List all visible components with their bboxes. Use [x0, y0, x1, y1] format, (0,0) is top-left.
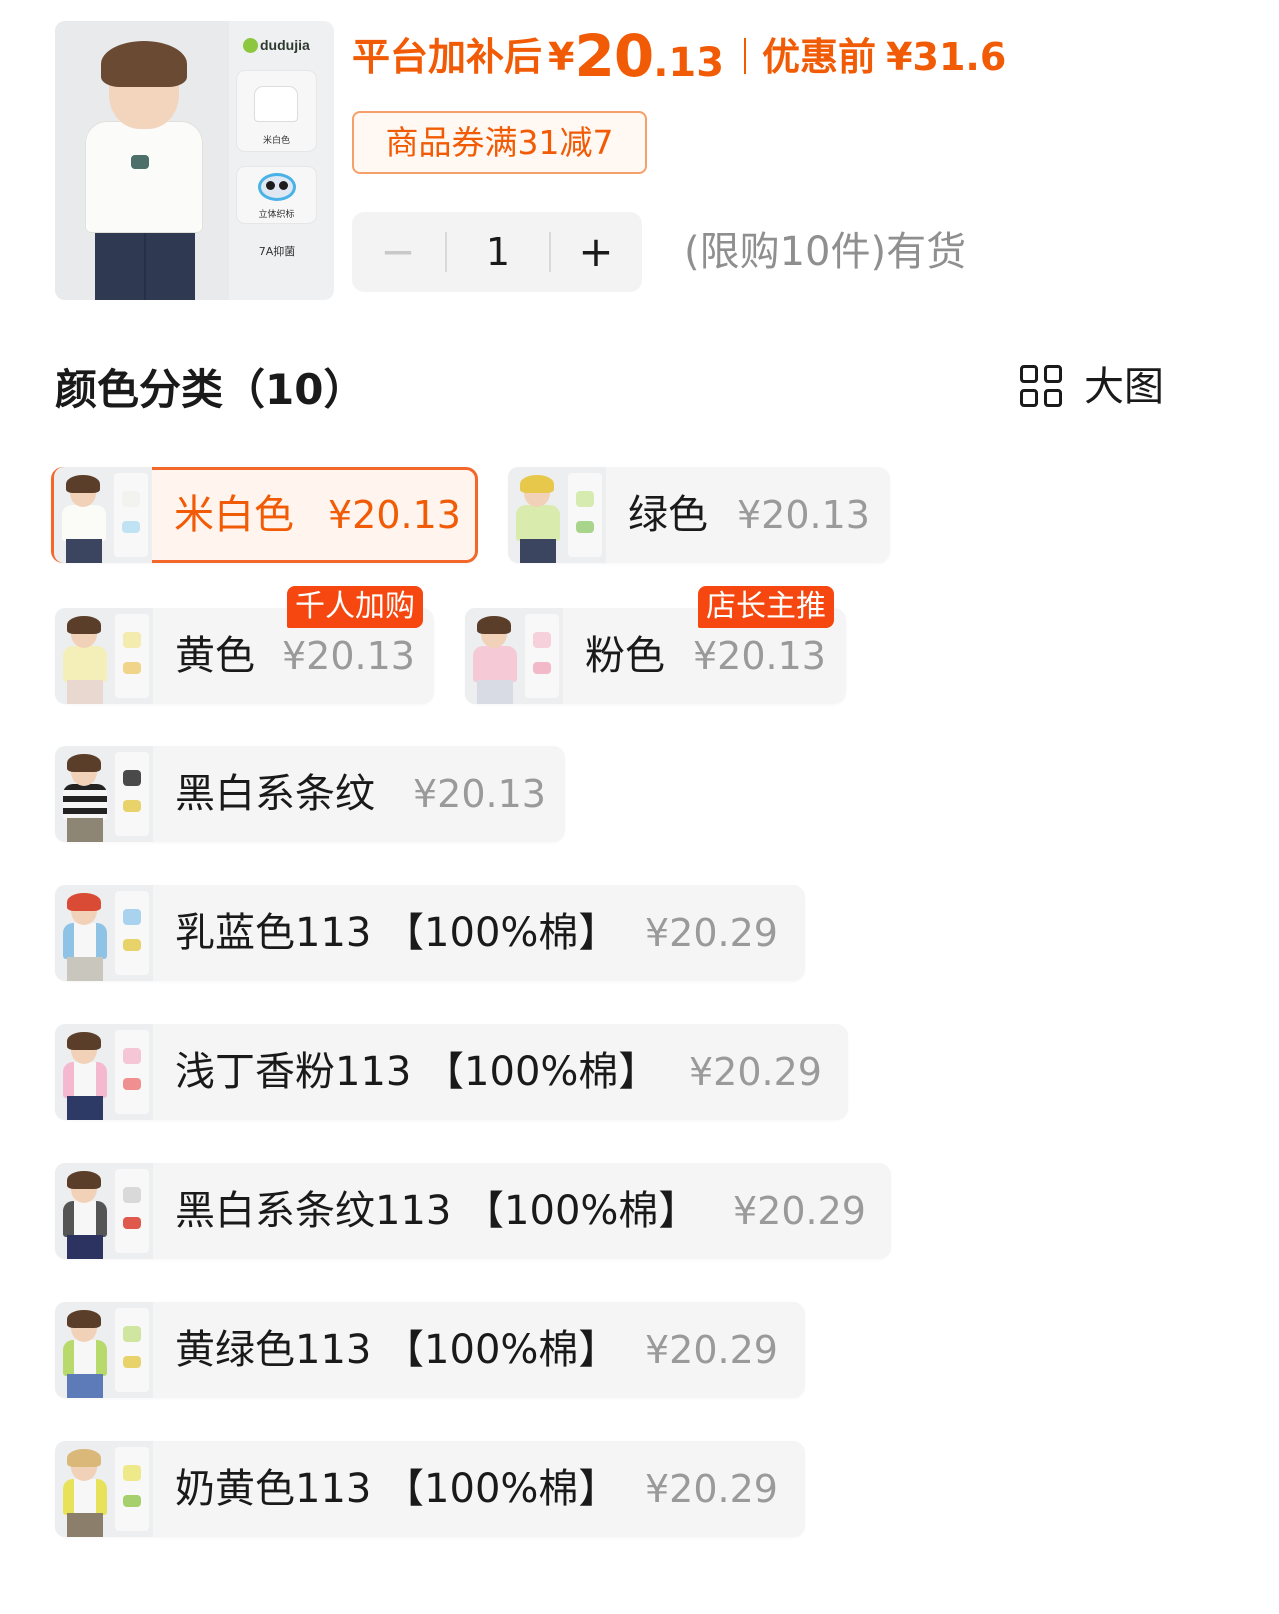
- option-thumbnail: [465, 608, 563, 704]
- option-thumbnail: [54, 467, 152, 563]
- option-name: 浅丁香粉113 【100%棉】: [175, 1049, 659, 1095]
- option-cream-white[interactable]: 米白色 ¥20.13: [51, 467, 478, 563]
- option-black-white-stripe-cotton[interactable]: 黑白系条纹113 【100%棉】 ¥20.29: [55, 1163, 891, 1259]
- option-pink[interactable]: 粉色 ¥20.13 店长主推: [465, 586, 846, 704]
- brand-logo: dudujia: [243, 37, 310, 53]
- option-name: 米白色: [174, 492, 294, 538]
- price-label: 平台加补后: [352, 35, 543, 79]
- popular-tag: 千人加购: [287, 586, 423, 628]
- feature-tile-color: 米白色: [237, 71, 316, 151]
- view-toggle-label: 大图: [1084, 364, 1164, 410]
- option-name: 粉色: [585, 633, 665, 679]
- option-thumbnail: [55, 1441, 153, 1537]
- recommended-tag: 店长主推: [698, 586, 834, 628]
- color-category-title: 颜色分类（10）: [55, 365, 366, 414]
- option-price: ¥20.13: [328, 493, 461, 537]
- option-name: 绿色: [628, 492, 708, 538]
- option-name: 黑白系条纹: [175, 771, 375, 817]
- option-name: 黄色: [175, 633, 255, 679]
- option-lilac-pink-cotton[interactable]: 浅丁香粉113 【100%棉】 ¥20.29: [55, 1024, 848, 1120]
- price-divider: [744, 38, 747, 74]
- option-name: 黄绿色113 【100%棉】: [175, 1327, 619, 1373]
- option-thumbnail: [508, 467, 606, 563]
- option-black-white-stripe[interactable]: 黑白系条纹 ¥20.13: [55, 746, 565, 842]
- option-price: ¥20.13: [413, 772, 546, 816]
- option-yellow[interactable]: 黄色 ¥20.13 千人加购: [55, 586, 434, 704]
- option-name: 黑白系条纹113 【100%棉】: [175, 1188, 699, 1234]
- quantity-input[interactable]: 1: [447, 212, 549, 292]
- option-thumbnail: [55, 885, 153, 981]
- option-price: ¥20.29: [645, 1328, 778, 1372]
- quantity-stepper: − 1 +: [352, 212, 642, 292]
- option-price: ¥20.13: [737, 493, 870, 537]
- option-price: ¥20.29: [645, 1467, 778, 1511]
- option-thumbnail: [55, 608, 153, 704]
- panda-icon: [258, 173, 296, 201]
- option-green[interactable]: 绿色 ¥20.13: [508, 467, 890, 563]
- option-thumbnail: [55, 746, 153, 842]
- product-photo: [55, 21, 229, 300]
- option-price: ¥20.29: [733, 1189, 866, 1233]
- coupon-badge[interactable]: 商品券满31减7: [352, 111, 647, 174]
- option-name: 乳蓝色113 【100%棉】: [175, 910, 619, 956]
- increase-button[interactable]: +: [550, 212, 642, 292]
- grid-icon: [1020, 365, 1064, 409]
- option-thumbnail: [55, 1024, 153, 1120]
- option-name: 奶黄色113 【100%棉】: [175, 1466, 619, 1512]
- product-main-image[interactable]: dudujia 米白色 立体织标 7A抑菌: [55, 21, 334, 300]
- option-price: ¥20.29: [645, 911, 778, 955]
- feature-antibacterial: 7A抑菌: [258, 245, 296, 258]
- price-currency: ¥: [548, 35, 575, 79]
- price-integer: 20: [574, 22, 654, 90]
- option-price: ¥20.29: [689, 1050, 822, 1094]
- price-decimal: .13: [653, 40, 725, 86]
- original-price: ¥31.6: [886, 35, 1007, 79]
- feature-tile-label: 立体织标: [237, 167, 316, 223]
- option-thumbnail: [55, 1163, 153, 1259]
- price-line: 平台加补后 ¥20.13 优惠前 ¥31.6: [352, 22, 1006, 92]
- product-feature-panel: dudujia 米白色 立体织标 7A抑菌: [233, 21, 334, 300]
- stock-status: (限购10件)有货: [684, 229, 967, 275]
- original-price-label: 优惠前: [762, 35, 877, 79]
- option-milk-blue-cotton[interactable]: 乳蓝色113 【100%棉】 ¥20.29: [55, 885, 805, 981]
- option-yellow-green-cotton[interactable]: 黄绿色113 【100%棉】 ¥20.29: [55, 1302, 805, 1398]
- decrease-button[interactable]: −: [352, 212, 444, 292]
- option-cream-yellow-cotton[interactable]: 奶黄色113 【100%棉】 ¥20.29: [55, 1441, 805, 1537]
- option-thumbnail: [55, 1302, 153, 1398]
